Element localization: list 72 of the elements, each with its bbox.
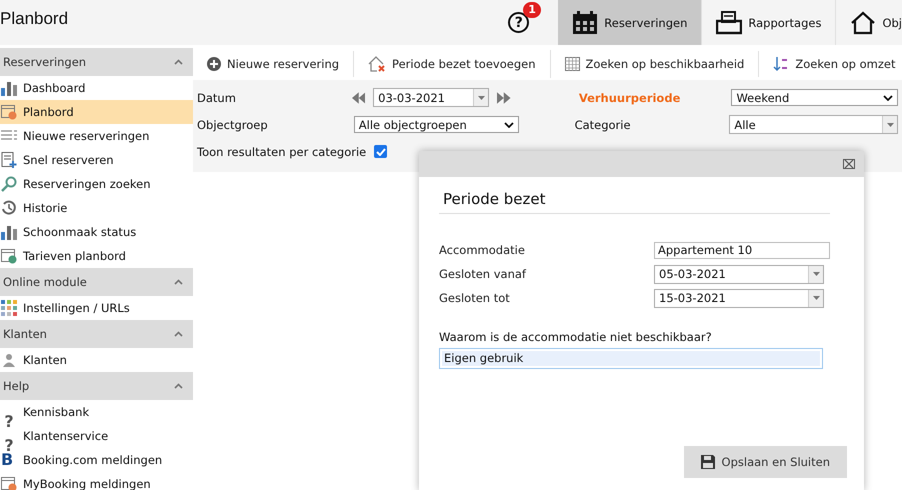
object-group-select[interactable]: Alle objectgroepen: [354, 116, 519, 133]
b-logo-icon: B: [1, 452, 17, 468]
chevron-icon: [174, 331, 183, 337]
nav-tab[interactable]: Rapportages: [702, 0, 836, 45]
field-label: Verhuurperiode: [578, 90, 682, 104]
calendar-icon: [1, 104, 17, 120]
sort-icon: [773, 56, 790, 72]
caret-icon: [812, 272, 820, 276]
field-label: Accommodatie: [439, 243, 525, 257]
history-icon: [1, 200, 17, 216]
checkbox-label: Toon resultaten per categorie: [197, 144, 366, 158]
printer-icon: [716, 10, 742, 34]
field-label: Waarom is de accommodatie niet beschikbaar?: [439, 330, 713, 344]
chevron-icon: [174, 279, 183, 285]
sidebar-section-header[interactable]: Online module: [0, 268, 193, 296]
sidebar-item[interactable]: Schoonmaak status: [0, 220, 193, 244]
field-label: Categorie: [574, 118, 632, 132]
question-icon: ?: [1, 438, 17, 454]
question-icon: ?: [1, 414, 17, 430]
double-left-arrow-icon[interactable]: [352, 92, 366, 104]
caret-icon: [886, 122, 894, 126]
date-field[interactable]: 15-03-2021: [654, 288, 824, 308]
dialog-title: Periode bezet: [439, 187, 830, 214]
tiles-icon: [1, 300, 17, 316]
sidebar-item[interactable]: Snel reserveren: [0, 148, 193, 172]
search-icon: [1, 176, 17, 192]
date-field[interactable]: 05-03-2021: [654, 264, 824, 284]
field-label: Objectgroep: [197, 118, 269, 132]
date-field[interactable]: 03-03-2021: [373, 88, 490, 107]
sidebar-item[interactable]: Dashboard: [0, 76, 193, 100]
sidebar-item[interactable]: Instellingen / URLs: [0, 296, 193, 320]
sidebar-section-header[interactable]: Help: [0, 372, 193, 400]
nav-tab[interactable]: Obj: [836, 0, 902, 45]
field-label: Gesloten vanaf: [439, 267, 526, 281]
category-combo[interactable]: Alle: [729, 115, 898, 134]
reason-field[interactable]: Eigen gebruik: [439, 348, 823, 369]
notification-badge: 1: [523, 2, 541, 18]
period-select[interactable]: Weekend: [731, 89, 898, 106]
chevron-icon: [504, 122, 514, 128]
document-plus-icon: [1, 152, 17, 168]
field-label: Datum: [197, 90, 237, 104]
page-title: Planbord: [0, 8, 70, 30]
people-icon: [1, 352, 17, 368]
house-cross-icon: [368, 56, 386, 72]
sidebar-section-header[interactable]: Reserveringen: [0, 48, 193, 76]
sidebar-item[interactable]: Klanten: [0, 348, 193, 372]
double-right-arrow-icon[interactable]: [497, 92, 511, 104]
checkbox[interactable]: [374, 145, 388, 158]
save-button[interactable]: Opslaan en Sluiten: [684, 446, 847, 478]
house-icon: [850, 10, 876, 34]
calendar-icon: [1, 476, 17, 490]
chevron-icon: [883, 94, 894, 100]
calendar-grid-icon: [564, 56, 580, 70]
text-field[interactable]: Appartement 10: [654, 242, 830, 258]
sidebar-item[interactable]: Nieuwe reserveringen: [0, 124, 193, 148]
bar-chart-icon: [1, 224, 17, 240]
sidebar-item[interactable]: Tarieven planbord: [0, 244, 193, 268]
calendar-icon: [572, 10, 598, 34]
nav-tab[interactable]: Reserveringen: [558, 0, 702, 45]
caret-icon: [478, 96, 485, 100]
sidebar-section-header[interactable]: Klanten: [0, 320, 193, 348]
field-label: Gesloten tot: [439, 291, 510, 305]
caret-icon: [812, 296, 820, 300]
chevron-icon: [174, 59, 183, 65]
plus-circle-icon: [207, 56, 221, 70]
bar-chart-icon: [1, 80, 17, 96]
sidebar-item[interactable]: Planbord: [0, 100, 193, 124]
chevron-icon: [174, 383, 183, 389]
calendar-icon: [1, 248, 17, 264]
sidebar-item[interactable]: Reserveringen zoeken: [0, 172, 193, 196]
sidebar-item[interactable]: Historie: [0, 196, 193, 220]
close-icon[interactable]: [843, 159, 855, 169]
